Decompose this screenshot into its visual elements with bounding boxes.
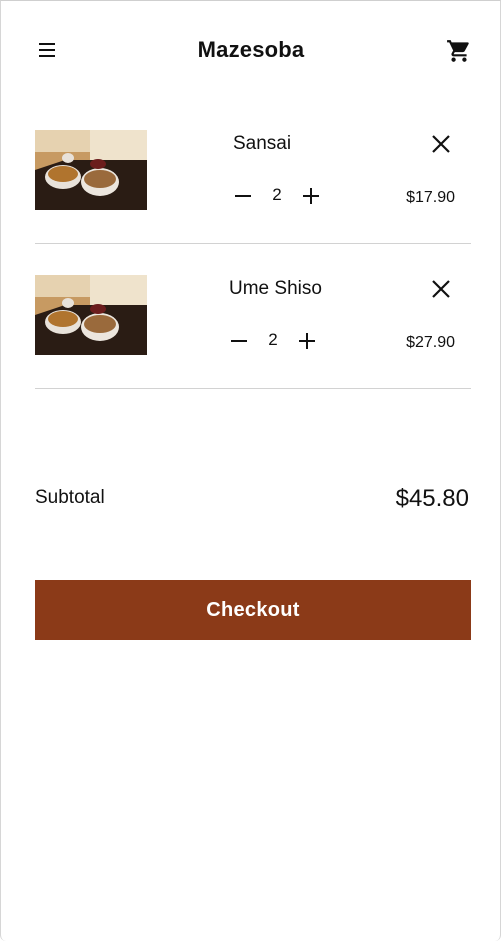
app-title: Mazesoba — [197, 37, 305, 62]
item-price: $27.90 — [406, 334, 455, 351]
header: Mazesoba — [1, 1, 501, 99]
checkout-button[interactable]: Checkout — [35, 580, 471, 640]
quantity-stepper: 2 — [231, 184, 327, 208]
close-icon[interactable] — [429, 277, 453, 301]
shopping-cart-icon[interactable] — [446, 38, 472, 64]
subtotal-value: $45.80 — [395, 485, 469, 512]
item-name: Sansai — [233, 133, 292, 154]
plus-icon[interactable] — [295, 329, 319, 353]
minus-icon[interactable] — [231, 184, 255, 208]
item-image — [35, 130, 147, 210]
subtotal-label: Subtotal — [35, 487, 105, 508]
close-icon[interactable] — [429, 132, 453, 156]
minus-icon[interactable] — [227, 329, 251, 353]
item-image — [35, 275, 147, 355]
cart-item: Sansai 2 $17.90 — [35, 99, 471, 244]
quantity-stepper: 2 — [227, 329, 323, 353]
item-price: $17.90 — [406, 189, 455, 206]
quantity-value: 2 — [268, 330, 278, 349]
plus-icon[interactable] — [299, 184, 323, 208]
item-name: Ume Shiso — [229, 278, 322, 299]
app-frame: Mazesoba Sansai 2 $17.90 Ume Shiso 2 $27… — [0, 0, 501, 941]
quantity-value: 2 — [272, 185, 282, 204]
cart-item: Ume Shiso 2 $27.90 — [35, 244, 471, 389]
